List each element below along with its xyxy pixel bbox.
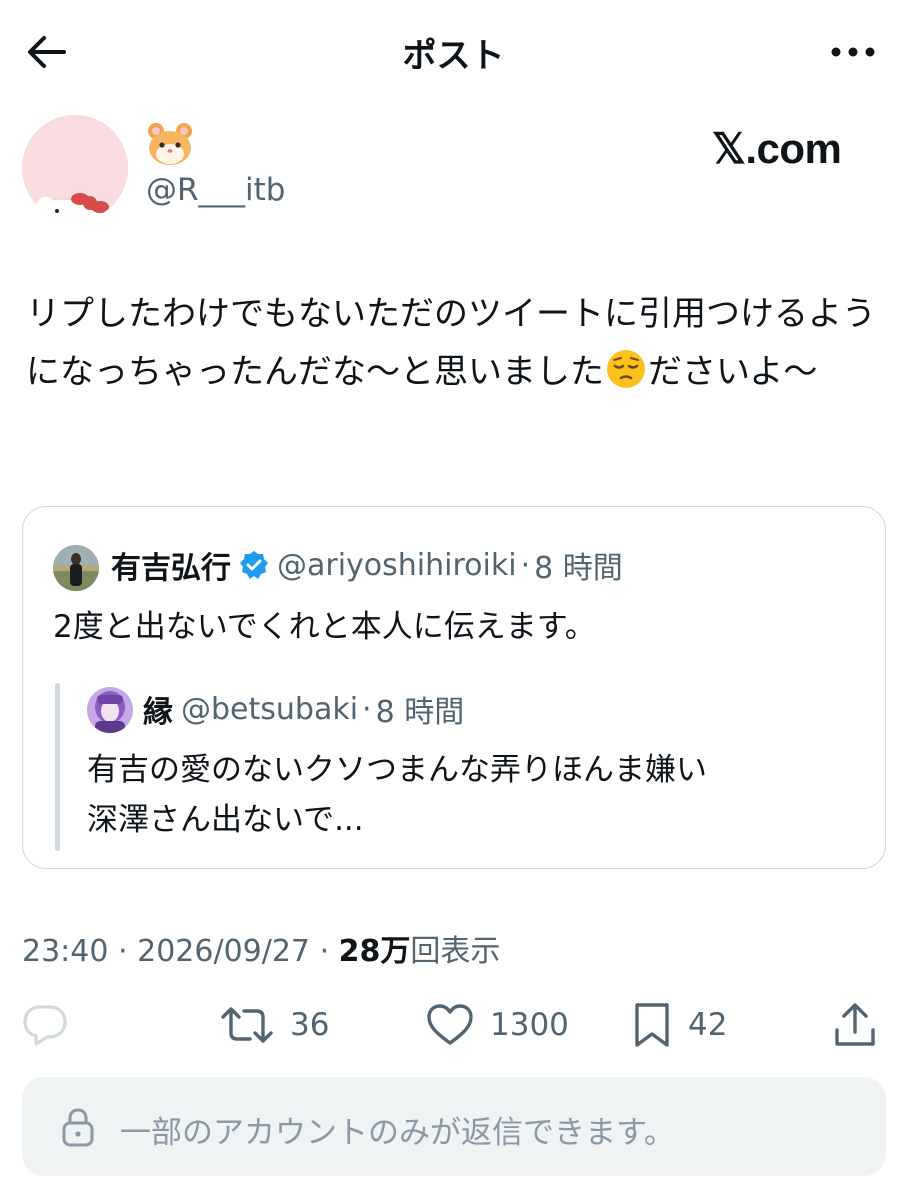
post-time: 23:40 (22, 934, 109, 969)
view-count: 28万 (338, 934, 411, 969)
nested-author-handle[interactable]: @betsubaki (181, 692, 358, 727)
quoted-header: 有吉弘行 @ariyoshihiroiki · 8 時間 (111, 543, 623, 587)
nested-avatar-anime-icon (87, 687, 133, 733)
like-count: 1300 (490, 1007, 569, 1043)
repost-count: 36 (290, 1007, 330, 1043)
pensive-face-emoji-icon (607, 350, 645, 388)
reply-button[interactable] (22, 995, 68, 1055)
nested-quoted-post[interactable]: 縁 @betsubaki · 8 時間 有吉の愛のないクソつまんな弄りほんま嫌い… (55, 675, 855, 851)
post-text: リプしたわけでもないただのツイートに引用つけるようになっちゃったんだな〜と思いま… (26, 285, 886, 401)
bookmark-button[interactable]: 42 (632, 995, 727, 1055)
reply-restriction-bar: 一部のアカウントのみが返信できます。 (22, 1077, 886, 1176)
post-meta: 23:40 · 2026/09/27 · 28万回表示 (22, 926, 500, 970)
more-options-button[interactable] (825, 30, 881, 74)
quoted-author-handle[interactable]: @ariyoshihiroiki (277, 548, 517, 583)
view-label: 回表示 (410, 934, 501, 969)
top-bar: ポスト (0, 0, 907, 100)
nested-header: 縁 @betsubaki · 8 時間 (143, 687, 464, 731)
author-avatar[interactable] (22, 115, 128, 221)
action-bar: 36 1300 42 (0, 995, 907, 1055)
quoted-author-avatar[interactable] (53, 545, 99, 591)
bookmark-icon (635, 1003, 669, 1047)
share-button[interactable] (834, 995, 876, 1055)
quoted-avatar-photo-icon (53, 545, 99, 591)
heart-icon (427, 1004, 473, 1045)
repost-icon (221, 1007, 273, 1043)
nested-text-line2: 深澤さん出ないで... (87, 802, 364, 838)
nested-text-line1: 有吉の愛のないクソつまんな弄りほんま嫌い (87, 752, 707, 788)
verified-badge-icon (240, 551, 268, 579)
quoted-author-name[interactable]: 有吉弘行 (111, 543, 231, 587)
like-button[interactable]: 1300 (426, 995, 569, 1055)
reply-icon (23, 1005, 67, 1046)
reply-restriction-text: 一部のアカウントのみが返信できます。 (120, 1115, 675, 1151)
repost-button[interactable]: 36 (220, 995, 329, 1055)
nested-text: 有吉の愛のないクソつまんな弄りほんま嫌い 深澤さん出ないで... (87, 745, 707, 845)
share-icon (835, 1003, 875, 1046)
nested-time: 8 時間 (375, 695, 465, 730)
author-name-emoji[interactable] (146, 122, 194, 166)
meta-separator-1: · (118, 934, 128, 969)
more-icon (831, 47, 875, 57)
post-date: 2026/09/27 (137, 934, 311, 969)
nested-author-avatar[interactable] (87, 687, 133, 733)
bookmark-count: 42 (688, 1007, 728, 1043)
author-handle[interactable]: @R___itb (146, 172, 286, 208)
quoted-separator: · (520, 547, 531, 583)
quoted-time: 8 時間 (534, 551, 623, 586)
page-title: ポスト (402, 36, 505, 76)
lock-icon (62, 1108, 94, 1147)
hamster-emoji-icon (148, 123, 192, 165)
quoted-post[interactable]: 有吉弘行 @ariyoshihiroiki · 8 時間 2度と出ないでくれと本… (22, 506, 886, 869)
thread-line (55, 683, 60, 851)
post-text-tail: ださいよ〜 (648, 352, 818, 392)
quoted-text: 2度と出ないでくれと本人に伝えます。 (53, 609, 596, 645)
nested-separator: · (362, 691, 372, 727)
x-watermark: 𝕏.com (712, 125, 842, 172)
meta-separator-2: · (319, 934, 330, 969)
nested-author-name[interactable]: 縁 (143, 687, 173, 731)
hello-kitty-avatar-icon (22, 115, 128, 221)
